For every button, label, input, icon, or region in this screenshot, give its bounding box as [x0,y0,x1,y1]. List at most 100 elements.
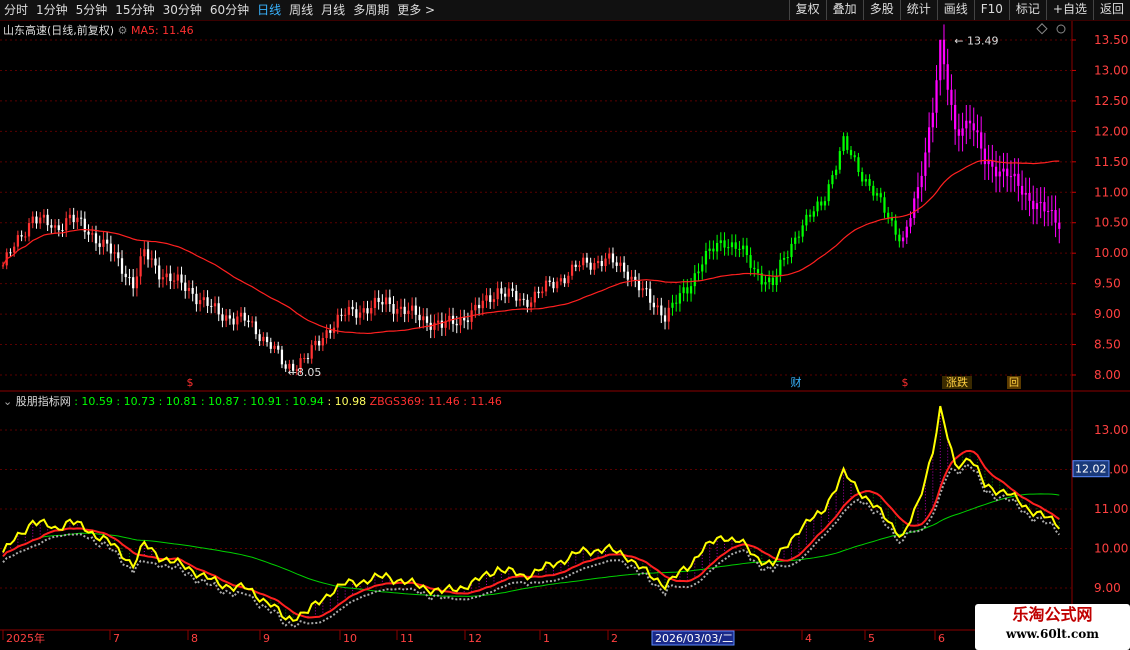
kline-chart[interactable]: 13.50 13.00 12.50 12.00 11.50 11.00 10.50 10.00… [0,0,1130,650]
candle-body [1043,202,1046,212]
candle-body [671,302,674,308]
candle-body [314,340,317,346]
candle-body [1,265,5,267]
candle-body [35,216,38,224]
candle-body [202,297,205,301]
candle-body [336,314,339,328]
candle-body [384,297,388,305]
candle-body [738,248,741,250]
candle-body [98,243,101,247]
candle-body [1054,210,1057,223]
y-tick-label: 10.00 [1094,246,1128,260]
candle-body [50,225,53,228]
candle-body [608,253,611,259]
candle-body [742,245,745,250]
candle-body [269,342,272,349]
candle-body [42,214,46,218]
candle-body [790,243,793,258]
candle-body [165,273,168,278]
candle-body [849,149,853,156]
candle-body [749,255,752,268]
candle-body [217,303,220,315]
candle-body [530,302,533,307]
candle-body [779,259,782,276]
candle-body [265,336,269,343]
candle-body [176,274,179,281]
candle-body [797,236,801,238]
y-tick-label: 8.00 [1094,368,1121,382]
candle-body [135,276,139,289]
candle-body [753,267,756,270]
candle-body [414,305,417,315]
candle-body [600,260,603,267]
zbgs-value: : 11.46 [463,395,502,408]
watermark-url: www.60lt.com [1006,627,1099,641]
time-label: 5 [868,632,875,645]
candle-body [675,302,678,304]
time-label: 4 [805,632,812,645]
candle-body [533,291,536,303]
candle-body [857,157,860,173]
time-label: 11 [400,632,414,645]
candle-body [950,89,953,105]
y-tick-label: 9.00 [1094,581,1121,595]
candle-body [991,160,994,167]
cursor-value: 12.02 [1075,463,1107,476]
candle-body [321,338,324,346]
candle-body [418,314,421,321]
candle-body [1050,210,1053,212]
candle-body [94,233,98,244]
candle-body [370,307,373,314]
candle-body [280,349,284,365]
candle-body [433,322,436,330]
y-tick-label: 10.50 [1094,216,1128,230]
candle-body [942,39,946,65]
candle-body [273,345,276,349]
candle-body [686,287,689,294]
candle-body [994,166,998,177]
candle-body [693,273,696,287]
candle-body [667,307,670,322]
settings-icon[interactable]: ⚙ [118,24,128,37]
candle-body [46,214,49,226]
candle-body [939,39,942,81]
candle-body [585,257,589,263]
stock-title: 山东高速(日线,前复权) [3,24,115,37]
candle-body [325,330,328,339]
candle-body [541,291,544,294]
lower-band-line [2,463,1061,628]
candle-body [16,235,19,247]
chevron-down-icon[interactable]: ⌄ [3,395,12,408]
candle-body [905,226,908,238]
candle-body [225,315,228,321]
time-label: 2025年 [6,631,45,645]
candle-body [805,214,808,226]
y-tick-label: 11.00 [1094,185,1128,199]
candle-body [1035,203,1039,210]
candle-body [615,262,618,266]
candle-body [976,130,979,133]
candle-body [801,225,804,237]
candle-body [920,175,923,188]
candle-body [507,288,510,297]
high-price-label: ← 13.49 [954,35,998,48]
candle-body [537,291,540,294]
candle-body [154,258,157,266]
candle-body [842,136,845,152]
candle-body [485,295,488,301]
candle-body [251,321,254,323]
candle-body [734,242,737,249]
y-tick-label: 9.50 [1094,277,1121,291]
candle-body [812,211,815,217]
candle-body [210,305,213,307]
candle-body [1058,222,1061,229]
candle-body [708,248,711,251]
candle-body [589,262,592,270]
candle-body [894,220,897,235]
indicator-name: 股朋指标网 [15,395,71,408]
candle-body [678,293,682,304]
candle-body [318,340,321,346]
candle-body [139,256,142,277]
candle-body [79,217,83,219]
candle-body [466,320,470,322]
